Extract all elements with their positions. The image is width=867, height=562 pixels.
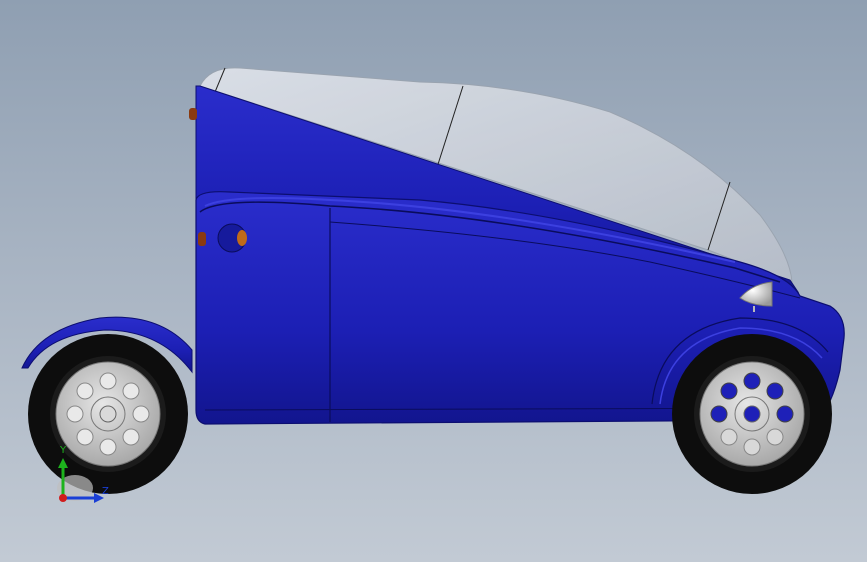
triad-z-label: Z: [102, 486, 109, 497]
rear-side-lamp: [198, 232, 206, 246]
triad-y-label: Y: [59, 445, 67, 456]
side-marker-lamp: [237, 230, 247, 246]
vehicle-model-view[interactable]: Y Z: [0, 0, 867, 562]
rear-top-lamp: [189, 108, 197, 120]
front-wheel[interactable]: [672, 334, 832, 494]
cad-viewport[interactable]: Y Z: [0, 0, 867, 562]
triad-origin: [59, 494, 67, 502]
rear-wheel[interactable]: [28, 334, 188, 494]
